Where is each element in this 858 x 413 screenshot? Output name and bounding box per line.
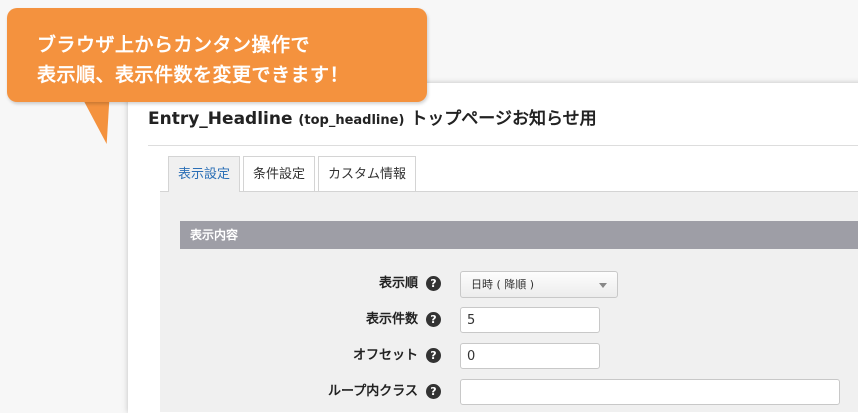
- loop-class-label: ループ内クラス: [328, 384, 418, 399]
- callout-text: ブラウザ上からカンタン操作で 表示順、表示件数を変更できます！: [37, 30, 415, 90]
- help-icon[interactable]: ?: [426, 276, 441, 291]
- help-icon[interactable]: ?: [426, 384, 441, 399]
- loop-class-input[interactable]: [460, 379, 840, 405]
- module-description: トップページお知らせ用: [410, 109, 597, 129]
- module-id: (top_headline): [298, 113, 405, 128]
- tab-condition-settings[interactable]: 条件設定: [243, 156, 316, 191]
- help-icon[interactable]: ?: [426, 348, 441, 363]
- title-divider: [148, 145, 858, 146]
- module-name: Entry_Headline: [148, 109, 293, 129]
- field-row-offset: オフセット ?: [180, 343, 858, 369]
- order-select[interactable]: 日時 ( 降順 ): [460, 271, 618, 298]
- settings-tabs: 表示設定 条件設定 カスタム情報: [168, 156, 417, 192]
- offset-input[interactable]: [460, 343, 600, 369]
- offset-label: オフセット: [352, 348, 418, 363]
- chevron-down-icon: [599, 283, 607, 288]
- callout-tail: [83, 100, 119, 144]
- page-title: Entry_Headline (top_headline) トップページお知らせ…: [148, 104, 597, 129]
- callout-line-2: 表示順、表示件数を変更できます！: [37, 64, 350, 86]
- field-row-loop-class: ループ内クラス ?: [180, 379, 858, 405]
- order-select-value: 日時 ( 降順 ): [471, 278, 535, 291]
- callout-line-1: ブラウザ上からカンタン操作で: [37, 34, 311, 56]
- section-header-display-content: 表示内容: [180, 221, 858, 249]
- tab-custom-info[interactable]: カスタム情報: [318, 156, 417, 191]
- order-label: 表示順: [378, 276, 418, 291]
- field-row-order: 表示順 ? 日時 ( 降順 ): [180, 271, 858, 298]
- callout-bubble: ブラウザ上からカンタン操作で 表示順、表示件数を変更できます！: [7, 8, 427, 102]
- field-row-limit: 表示件数 ?: [180, 307, 858, 333]
- limit-label: 表示件数: [365, 312, 418, 327]
- limit-input[interactable]: [460, 307, 600, 333]
- help-icon[interactable]: ?: [426, 312, 441, 327]
- tab-display-settings[interactable]: 表示設定: [168, 156, 241, 192]
